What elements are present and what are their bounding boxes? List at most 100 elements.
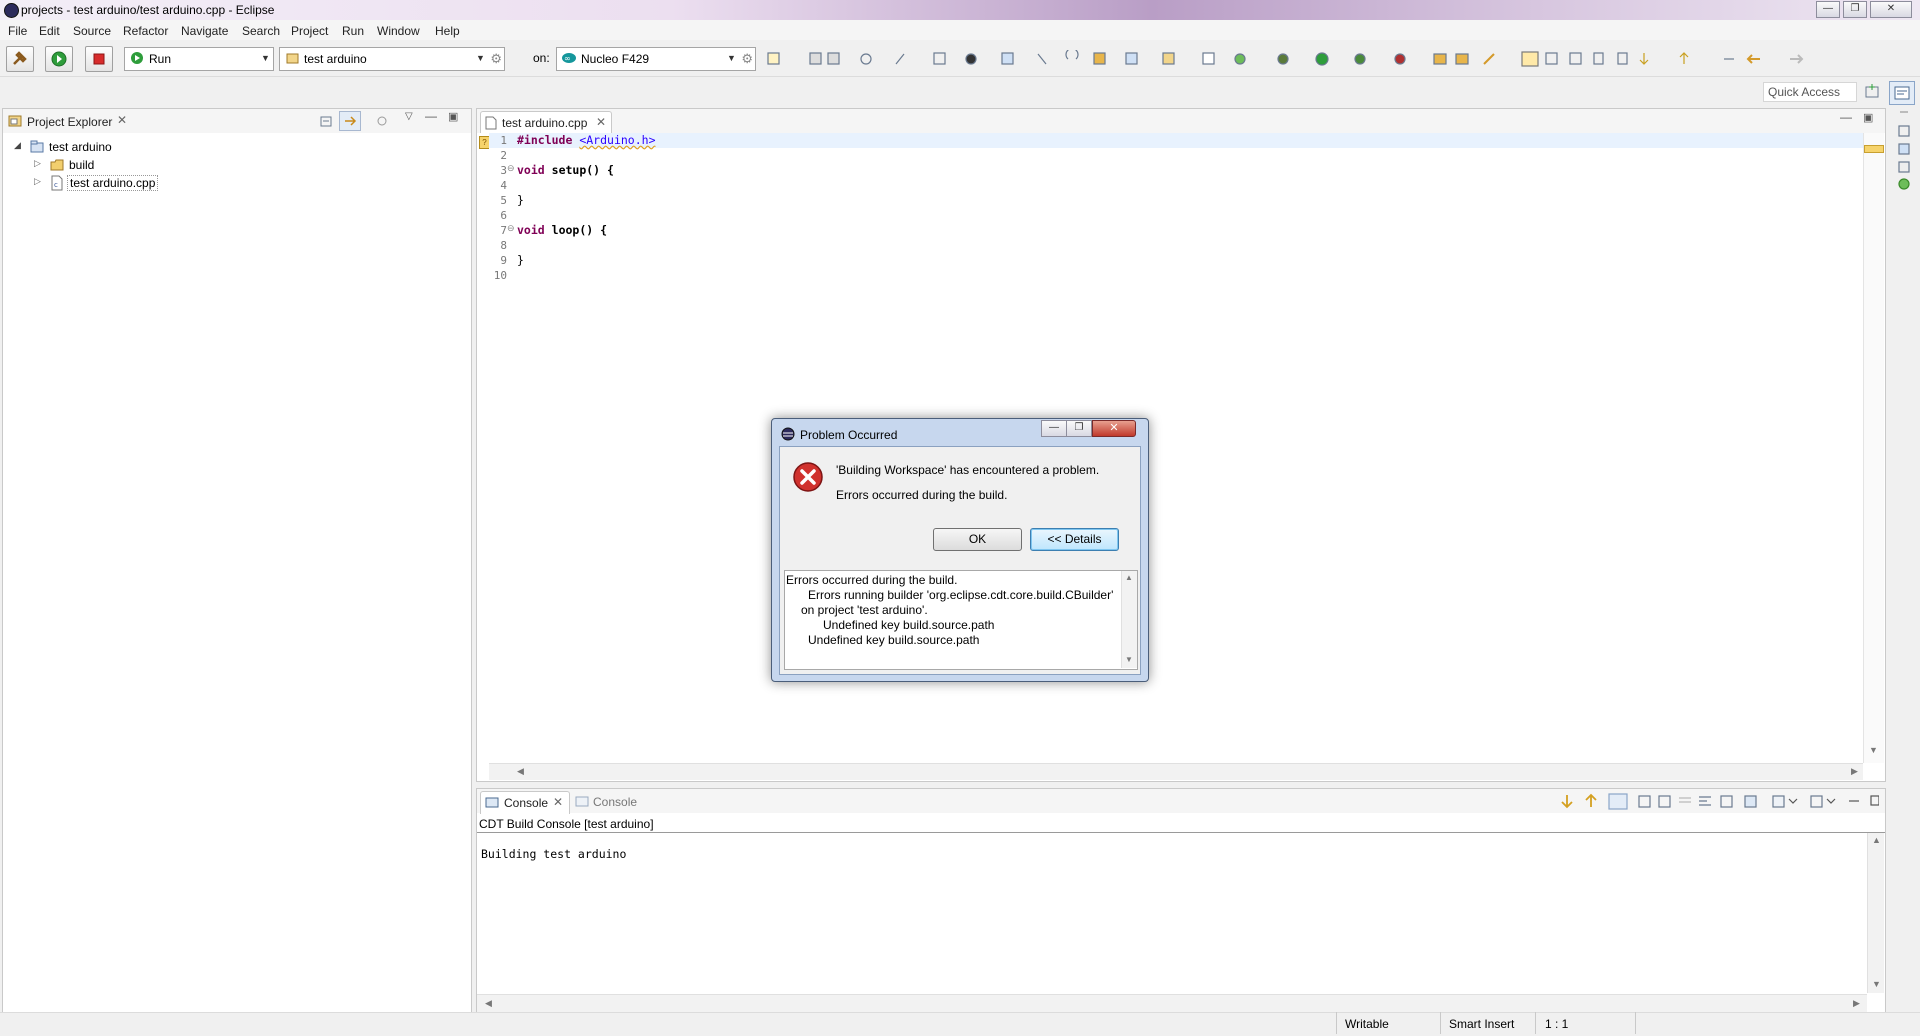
restore-button[interactable]: ❐ — [1843, 1, 1867, 18]
menu-source[interactable]: Source — [73, 24, 111, 38]
dialog-maximize-button[interactable]: ❐ — [1066, 420, 1092, 437]
console-tab-inactive[interactable]: Console — [575, 791, 655, 813]
minimize-button[interactable]: — — [1816, 1, 1840, 18]
details-text-area[interactable]: Errors occurred during the build. Errors… — [784, 570, 1138, 670]
collapse-icon[interactable]: ▷ — [34, 176, 41, 187]
quick-access-field[interactable]: Quick Access — [1763, 82, 1857, 102]
folder-icon — [50, 159, 64, 171]
dialog-message: 'Building Workspace' has encountered a p… — [836, 463, 1100, 477]
expand-icon[interactable]: ◢ — [14, 140, 21, 151]
collapse-icon[interactable]: ▷ — [34, 158, 41, 169]
minimize-view-icon[interactable]: — — [1840, 110, 1852, 124]
menu-search[interactable]: Search — [242, 24, 280, 38]
maximize-view-icon[interactable]: ▣ — [1863, 111, 1873, 124]
details-line: Errors running builder 'org.eclipse.cdt.… — [808, 588, 1114, 602]
maximize-view-icon[interactable]: ▣ — [448, 110, 458, 123]
tree-item-cpp-label: test arduino.cpp — [67, 175, 159, 191]
menu-edit[interactable]: Edit — [39, 24, 60, 38]
console-output-text: Building test arduino — [481, 847, 627, 861]
editor-hscrollbar[interactable]: ◀ ▶ — [489, 763, 1863, 780]
menu-project[interactable]: Project — [291, 24, 328, 38]
stop-button[interactable] — [85, 46, 113, 72]
console-toolbar-icons[interactable] — [1559, 793, 1879, 811]
line-number: 5 — [500, 194, 507, 207]
console-hscrollbar[interactable]: ◀ ▶ — [477, 994, 1867, 1013]
gear-icon[interactable]: ⚙ — [490, 51, 502, 67]
target-combo[interactable]: ∞ Nucleo F429 ▼ ⚙ — [556, 47, 756, 71]
editor-tab[interactable]: test arduino.cpp ✕ — [480, 111, 612, 134]
fold-icon[interactable]: ⊖ — [507, 163, 515, 174]
scroll-down-icon[interactable]: ▼ — [1869, 745, 1878, 755]
editor-tab-bar: test arduino.cpp ✕ — ▣ — [477, 109, 1885, 134]
warning-overview-marker[interactable] — [1864, 145, 1884, 153]
run-circle-icon — [51, 51, 67, 67]
console-panel: Console ✕ Console CDT Build Console [tes… — [476, 788, 1886, 1015]
link-with-editor-button[interactable] — [339, 111, 361, 131]
project-icon — [286, 53, 299, 64]
keyword: void — [517, 223, 545, 237]
details-button[interactable]: << Details — [1030, 528, 1119, 551]
details-line: on project 'test arduino'. — [801, 603, 928, 617]
scroll-up-icon[interactable]: ▲ — [1872, 835, 1881, 845]
tree-item-build[interactable]: ▷ build — [31, 157, 231, 173]
collapse-all-icon[interactable] — [319, 114, 333, 128]
run-icon — [131, 52, 143, 64]
close-icon[interactable]: ✕ — [117, 113, 127, 127]
close-icon[interactable]: ✕ — [596, 115, 606, 129]
console-output-area[interactable]: Building test arduino — [477, 833, 1863, 993]
minimize-view-icon[interactable]: — — [425, 109, 437, 123]
menu-refactor[interactable]: Refactor — [123, 24, 168, 38]
launch-config-label: test arduino — [304, 52, 367, 66]
tree-item-cpp-file[interactable]: ▷ c test arduino.cpp — [31, 175, 231, 191]
menu-run[interactable]: Run — [342, 24, 364, 38]
scroll-left-icon[interactable]: ◀ — [485, 998, 492, 1009]
dialog-close-button[interactable]: ✕ — [1092, 420, 1136, 437]
scroll-down-icon[interactable]: ▼ — [1125, 655, 1133, 664]
open-perspective-icon[interactable] — [1862, 82, 1882, 102]
menu-help[interactable]: Help — [435, 24, 460, 38]
toolbar-icon-strip — [766, 48, 1826, 68]
details-vscrollbar[interactable]: ▲ ▼ — [1121, 571, 1137, 668]
gear-icon[interactable]: ⚙ — [741, 51, 753, 67]
hammer-icon — [13, 51, 27, 65]
annotation-ruler: ? — [477, 133, 490, 763]
chevron-down-icon: ▼ — [261, 53, 270, 63]
c-cpp-perspective-button[interactable] — [1889, 81, 1915, 105]
status-bar — [0, 1012, 1920, 1036]
scroll-right-icon[interactable]: ▶ — [1853, 998, 1860, 1009]
launch-config-combo[interactable]: test arduino ▼ ⚙ — [279, 47, 505, 71]
close-button[interactable]: ✕ — [1870, 1, 1912, 18]
console-tab-inactive-label: Console — [593, 795, 638, 809]
fold-icon[interactable]: ⊖ — [507, 223, 515, 234]
menu-navigate[interactable]: Navigate — [181, 24, 228, 38]
build-button[interactable] — [6, 46, 34, 72]
verify-button[interactable] — [45, 46, 73, 72]
trim-icons[interactable] — [1890, 108, 1918, 208]
view-menu-icon[interactable]: ▽ — [405, 111, 413, 122]
chevron-down-icon: ▼ — [476, 53, 485, 63]
scroll-left-icon[interactable]: ◀ — [517, 766, 524, 777]
scroll-up-icon[interactable]: ▲ — [1125, 573, 1133, 582]
dialog-minimize-button[interactable]: — — [1041, 420, 1067, 437]
include-path: <Arduino.h> — [579, 133, 656, 147]
project-explorer-icon — [8, 115, 22, 127]
menu-file[interactable]: File — [8, 24, 27, 38]
stop-icon — [93, 53, 105, 65]
scroll-down-icon[interactable]: ▼ — [1872, 979, 1881, 989]
scroll-right-icon[interactable]: ▶ — [1851, 766, 1858, 777]
code-area[interactable]: 1 2 3 4 5 6 7 8 9 10 ⊖ ⊖ #include <Ardui… — [489, 133, 1875, 763]
console-vscrollbar[interactable]: ▲ ▼ — [1867, 833, 1884, 993]
quick-access-label: Quick Access — [1768, 85, 1841, 99]
launch-mode-combo[interactable]: Run ▼ — [124, 47, 274, 71]
window-title: projects - test arduino/test arduino.cpp… — [21, 3, 275, 17]
details-line: Undefined key build.source.path — [823, 618, 995, 632]
tree-item-project[interactable]: ◢ test arduino — [11, 139, 211, 155]
filter-icon[interactable] — [375, 114, 389, 128]
close-icon[interactable]: ✕ — [553, 795, 563, 809]
main-toolbar: Run ▼ test arduino ▼ ⚙ on: ∞ Nucleo F429… — [0, 40, 1920, 77]
console-tab-bar: Console ✕ Console — [477, 789, 1885, 814]
console-tab-active[interactable]: Console ✕ — [480, 791, 570, 814]
menu-window[interactable]: Window — [377, 24, 420, 38]
ok-button[interactable]: OK — [933, 528, 1022, 551]
status-writable: Writable — [1345, 1017, 1389, 1031]
